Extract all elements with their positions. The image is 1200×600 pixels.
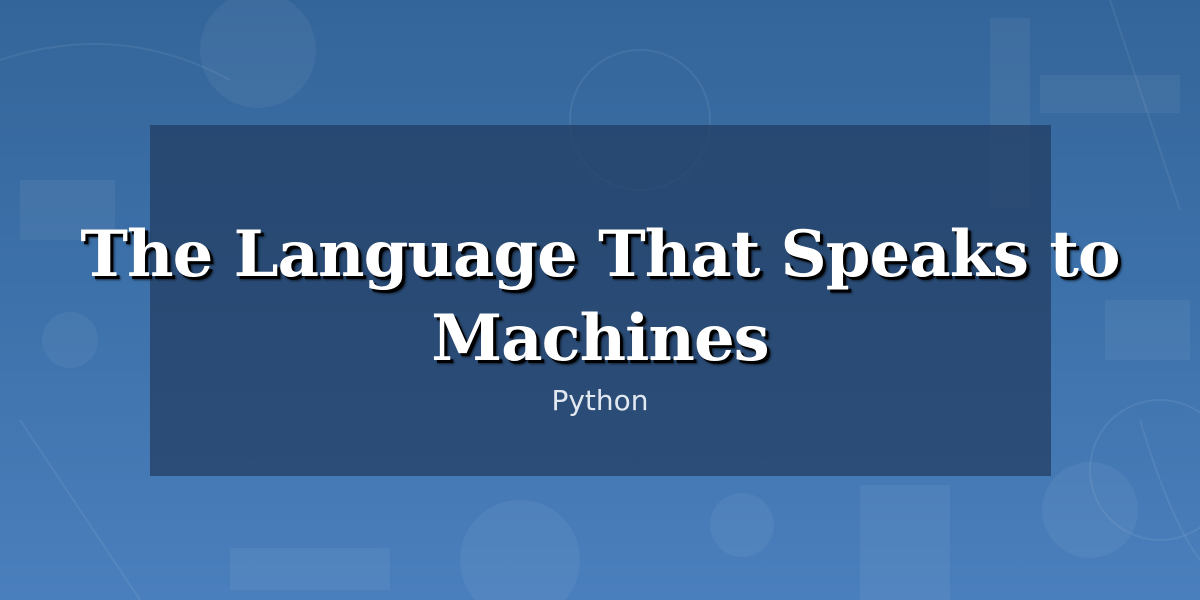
bg-line <box>19 419 141 600</box>
bg-rect <box>1040 75 1180 113</box>
bg-circle <box>1042 462 1138 558</box>
page-title: The Language That Speaks to Machines <box>80 217 1120 376</box>
bg-line <box>1109 0 1181 211</box>
bg-line <box>0 43 231 81</box>
bg-circle <box>200 0 316 108</box>
page-subtitle: Python <box>551 384 649 417</box>
bg-rect <box>230 548 390 590</box>
bg-circle <box>710 493 774 557</box>
bg-line <box>1139 419 1200 561</box>
bg-circle <box>460 500 580 600</box>
bg-rect <box>860 485 950 600</box>
bg-ring <box>1089 399 1200 541</box>
